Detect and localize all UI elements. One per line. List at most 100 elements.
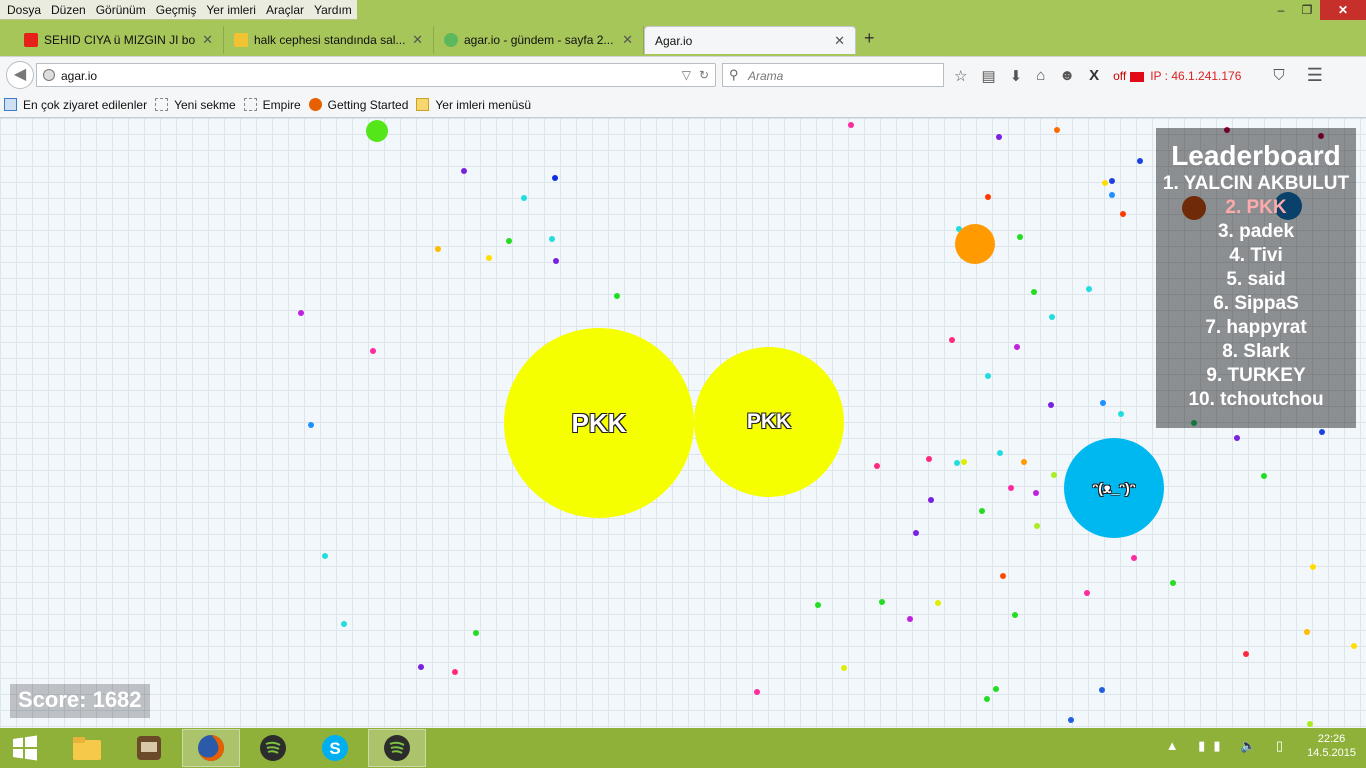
spotify-taskbar-button-2[interactable] xyxy=(368,729,426,767)
food-pellet xyxy=(949,337,955,343)
firefox-icon xyxy=(198,735,224,761)
food-pellet xyxy=(961,459,967,465)
bookmark-label: Yeni sekme xyxy=(174,97,236,112)
navigation-bar: ◀ agar.io ↻ ▽ ⚲ Arama ☆ ▤ ⬇ ⌂ ☻ X off IP… xyxy=(0,56,1366,92)
firefox-taskbar-button[interactable] xyxy=(182,729,240,767)
search-input[interactable]: ⚲ Arama xyxy=(722,63,944,87)
reader-icon[interactable]: ▤ xyxy=(981,67,995,85)
tab-close-icon[interactable]: ✕ xyxy=(412,32,423,48)
food-pellet xyxy=(1319,429,1325,435)
home-icon[interactable]: ⌂ xyxy=(1036,67,1045,84)
menu-tools[interactable]: Araçlar xyxy=(261,0,309,19)
bookmark-star-icon[interactable]: ☆ xyxy=(954,67,967,85)
folder-icon xyxy=(416,98,430,111)
tab-agar-gundem[interactable]: agar.io - gündem - sayfa 2... ✕ xyxy=(434,26,644,54)
url-bar[interactable]: agar.io ↻ ▽ xyxy=(36,63,716,87)
food-pellet xyxy=(1131,555,1137,561)
spotify-taskbar-button[interactable] xyxy=(244,729,302,767)
spotify-icon xyxy=(260,735,286,761)
bookmark-menu[interactable]: Yer imleri menüsü xyxy=(416,98,531,112)
food-pellet xyxy=(985,194,991,200)
food-pellet xyxy=(907,616,913,622)
bookmark-label: En çok ziyaret edilenler xyxy=(23,97,148,112)
bookmark-new-tab[interactable]: Yeni sekme xyxy=(155,98,236,112)
reload-icon[interactable]: ↻ xyxy=(699,68,709,82)
tab-agar-active[interactable]: Agar.io ✕ xyxy=(644,26,856,54)
firefox-icon xyxy=(308,98,322,111)
page-icon xyxy=(243,98,257,111)
orange-cell xyxy=(955,224,995,264)
menu-view[interactable]: Görünüm xyxy=(91,0,151,19)
food-pellet xyxy=(298,310,304,316)
tab-title: halk cephesi standında sal... xyxy=(254,33,406,47)
menu-history[interactable]: Geçmiş xyxy=(151,0,202,19)
leaderboard-entry: 4. Tivi xyxy=(1229,245,1283,266)
back-button[interactable]: ◀ xyxy=(6,61,34,89)
menu-edit[interactable]: Düzen xyxy=(46,0,91,19)
close-window-button[interactable]: ✕ xyxy=(1320,0,1366,20)
clock[interactable]: 22:26 14.5.2015 xyxy=(1307,732,1356,760)
x-icon[interactable]: X xyxy=(1089,67,1099,84)
bookmark-empire[interactable]: Empire xyxy=(243,98,301,112)
drop-icon xyxy=(444,33,458,47)
game-canvas[interactable]: PKK PKK ᵔ(ᴥ_ᵔ)ᵔ Leaderboard 1. YALCIN AK… xyxy=(0,118,1366,728)
bookmark-getting-started[interactable]: Getting Started xyxy=(308,97,409,112)
leaderboard: Leaderboard 1. YALCIN AKBULUT 2. PKK 3. … xyxy=(1156,128,1356,428)
doc-taskbar-button[interactable] xyxy=(120,729,178,767)
system-tray: ▲ ▮▮ 🔈 ▯ 22:26 14.5.2015 xyxy=(1166,732,1356,760)
toolbar-icons: ☆ ▤ ⬇ ⌂ ☻ X off IP : 46.1.241.176 ⛉ ☰ xyxy=(954,65,1337,86)
food-pellet xyxy=(979,508,985,514)
food-pellet xyxy=(993,686,999,692)
dropdown-icon[interactable]: ▽ xyxy=(682,68,691,82)
food-pellet xyxy=(913,530,919,536)
tab-eksi[interactable]: halk cephesi standında sal... ✕ xyxy=(224,26,434,54)
blue-cell: ᵔ(ᴥ_ᵔ)ᵔ xyxy=(1064,438,1164,538)
food-pellet xyxy=(1304,629,1310,635)
food-pellet xyxy=(1261,473,1267,479)
start-button[interactable] xyxy=(0,728,50,768)
food-pellet xyxy=(1054,127,1060,133)
food-pellet xyxy=(848,122,854,128)
tray-icons[interactable]: ▲ ▮▮ 🔈 ▯ xyxy=(1166,738,1291,754)
food-pellet xyxy=(553,258,559,264)
bookmark-most-visited[interactable]: En çok ziyaret edilenler xyxy=(4,98,147,112)
tab-close-icon[interactable]: ✕ xyxy=(202,32,213,48)
menu-help[interactable]: Yardım xyxy=(309,0,357,19)
minimize-button[interactable]: – xyxy=(1268,0,1294,20)
shield-icon[interactable]: ⛉ xyxy=(1273,67,1284,84)
food-pellet xyxy=(552,175,558,181)
menu-file[interactable]: Dosya xyxy=(2,0,46,19)
food-pellet xyxy=(1351,643,1357,649)
tab-close-icon[interactable]: ✕ xyxy=(834,33,845,49)
explorer-taskbar-button[interactable] xyxy=(58,729,116,767)
menu-bookmarks[interactable]: Yer imleri xyxy=(201,0,261,19)
spotify-icon xyxy=(384,735,410,761)
tab-youtube[interactable]: SEHID CIYA ü MIZGIN JI bo... ✕ xyxy=(14,26,224,54)
taskbar: S ▲ ▮▮ 🔈 ▯ 22:26 14.5.2015 xyxy=(0,728,1366,768)
chat-icon[interactable]: ☻ xyxy=(1059,67,1075,84)
food-pellet xyxy=(452,669,458,675)
skype-taskbar-button[interactable]: S xyxy=(306,729,364,767)
bookmarks-bar: En çok ziyaret edilenler Yeni sekme Empi… xyxy=(0,92,1366,118)
bookmark-label: Getting Started xyxy=(327,97,409,112)
food-pellet xyxy=(928,497,934,503)
food-pellet xyxy=(1310,564,1316,570)
ip-address: IP : 46.1.241.176 xyxy=(1150,68,1242,83)
hamburger-menu-icon[interactable]: ☰ xyxy=(1307,65,1323,86)
food-pellet xyxy=(1137,158,1143,164)
food-pellet xyxy=(1243,651,1249,657)
vpn-status[interactable]: off xyxy=(1113,69,1126,83)
tab-close-icon[interactable]: ✕ xyxy=(622,32,633,48)
food-pellet xyxy=(984,696,990,702)
food-pellet xyxy=(935,600,941,606)
new-tab-button[interactable]: + xyxy=(864,28,875,49)
search-icon: ⚲ xyxy=(729,67,739,82)
leaderboard-entry: 10. tchoutchou xyxy=(1188,389,1324,410)
eksi-icon xyxy=(234,33,248,47)
food-pellet xyxy=(308,422,314,428)
food-pellet xyxy=(1099,687,1105,693)
download-icon[interactable]: ⬇ xyxy=(1010,67,1023,85)
food-pellet xyxy=(1307,721,1313,727)
food-pellet xyxy=(1234,435,1240,441)
restore-button[interactable]: ❐ xyxy=(1294,0,1320,20)
